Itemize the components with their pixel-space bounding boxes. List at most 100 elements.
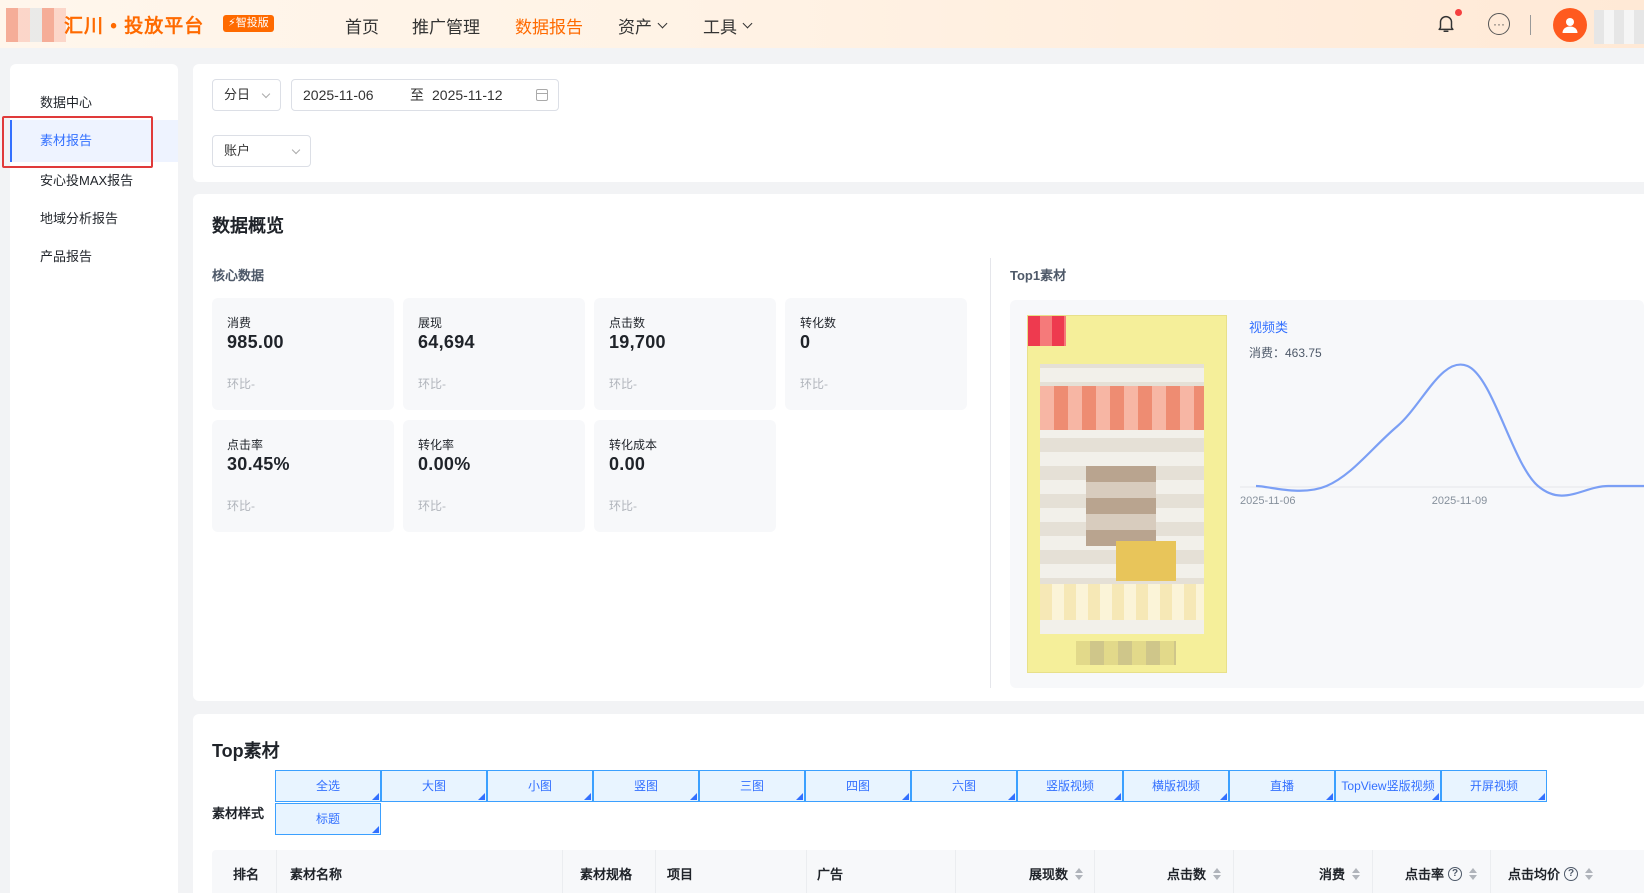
column-header-9[interactable]: 点击均价?	[1508, 864, 1594, 883]
column-label: 广告	[817, 867, 844, 882]
date-range-picker[interactable]: 2025-11-06 至 2025-11-12	[291, 79, 559, 111]
style-option-11[interactable]: 开屏视频	[1441, 770, 1547, 802]
dimension-select[interactable]: 账户	[212, 135, 311, 167]
more-icon[interactable]: ···	[1488, 13, 1510, 35]
sort-icon[interactable]	[1585, 867, 1594, 880]
column-label: 素材规格	[580, 867, 633, 882]
sidebar-item-material-report[interactable]: 素材报告	[10, 120, 178, 162]
sort-icon[interactable]	[1213, 867, 1222, 880]
sidebar-item-max-report[interactable]: 安心投MAX报告	[10, 164, 178, 198]
brand-title: 汇川 • 投放平台	[64, 16, 205, 37]
style-option-5[interactable]: 四图	[805, 770, 911, 802]
style-option-1[interactable]: 大图	[381, 770, 487, 802]
column-label: 消费	[1319, 867, 1346, 882]
top-materials-title: Top素材	[212, 741, 280, 761]
thumb-tag	[1028, 316, 1066, 346]
metric-label: 转化成本	[609, 438, 658, 452]
sort-asc-icon	[1352, 867, 1361, 873]
dimension-value: 账户	[224, 143, 251, 158]
bell-icon[interactable]	[1435, 12, 1457, 34]
sidebar-item-label: 产品报告	[40, 249, 93, 264]
overview-divider	[990, 258, 991, 688]
x-tick-label: 2025-11-06	[1240, 495, 1295, 507]
sort-asc-icon	[1213, 867, 1222, 873]
sort-asc-icon	[1075, 867, 1084, 873]
column-header-8[interactable]: 点击率?	[1405, 864, 1478, 883]
column-divider	[1233, 850, 1234, 893]
sidebar-item-product-report[interactable]: 产品报告	[10, 240, 178, 274]
date-end[interactable]: 2025-11-12	[432, 80, 503, 110]
top1-type-link[interactable]: 视频类	[1249, 317, 1288, 336]
column-header-0: 排名	[233, 864, 259, 883]
sort-desc-icon	[1469, 874, 1478, 880]
metric-compare: 环比-	[227, 499, 255, 513]
style-option-4[interactable]: 三图	[699, 770, 805, 802]
nav-assets-label: 资产	[618, 18, 652, 37]
more-glyph: ···	[1493, 17, 1505, 31]
nav-reports[interactable]: 数据报告	[515, 13, 583, 38]
column-divider	[1372, 850, 1373, 893]
date-start[interactable]: 2025-11-06	[303, 80, 374, 110]
top1-thumbnail[interactable]	[1027, 315, 1227, 673]
nav-tools[interactable]: 工具	[703, 13, 753, 38]
column-divider	[562, 850, 563, 893]
style-option-10[interactable]: TopView竖版视频	[1335, 770, 1441, 802]
style-option-7[interactable]: 竖版视频	[1017, 770, 1123, 802]
metric-card-impressions: 展现 64,694 环比-	[403, 298, 585, 410]
sort-asc-icon	[1469, 867, 1478, 873]
nav-promotion[interactable]: 推广管理	[412, 13, 480, 38]
metric-value: 19,700	[609, 332, 666, 352]
thumb-content	[1116, 541, 1176, 581]
metric-card-ctr: 点击率 30.45% 环比-	[212, 420, 394, 532]
sidebar-item-label: 地域分析报告	[40, 211, 119, 226]
style-option-3[interactable]: 竖图	[593, 770, 699, 802]
column-label: 排名	[233, 867, 260, 882]
sidebar-item-region-report[interactable]: 地域分析报告	[10, 202, 178, 236]
metric-value: 0.00%	[418, 454, 471, 474]
sidebar-item-data-center[interactable]: 数据中心	[10, 86, 178, 120]
sort-icon[interactable]	[1075, 867, 1084, 880]
nav-assets[interactable]: 资产	[618, 13, 668, 38]
column-label: 点击数	[1167, 867, 1207, 882]
metric-label: 转化数	[800, 316, 837, 330]
metric-compare: 环比-	[800, 377, 828, 391]
sidebar-item-label: 安心投MAX报告	[40, 173, 134, 188]
column-label: 点击均价	[1508, 867, 1561, 882]
column-header-6[interactable]: 点击数	[1167, 864, 1222, 883]
top-nav-bar: 汇川 • 投放平台 ⚡智投版 首页 推广管理 数据报告 资产 工具 ···	[0, 0, 1644, 48]
overview-title: 数据概览	[212, 216, 284, 236]
metric-compare: 环比-	[227, 377, 255, 391]
column-header-7[interactable]: 消费	[1319, 864, 1361, 883]
metric-card-conversions: 转化数 0 环比-	[785, 298, 967, 410]
nav-promotion-label: 推广管理	[412, 18, 480, 37]
sort-icon[interactable]	[1469, 867, 1478, 880]
style-option-12[interactable]: 标题	[275, 803, 381, 835]
x-tick-label: 2025-11-09	[1432, 495, 1487, 507]
metric-label: 消费	[227, 316, 252, 330]
user-name[interactable]	[1594, 10, 1644, 44]
sort-desc-icon	[1213, 874, 1222, 880]
metric-card-clicks: 点击数 19,700 环比-	[594, 298, 776, 410]
user-avatar[interactable]	[1553, 8, 1587, 42]
style-option-9[interactable]: 直播	[1229, 770, 1335, 802]
style-option-2[interactable]: 小图	[487, 770, 593, 802]
calendar-icon	[536, 89, 548, 101]
sort-icon[interactable]	[1352, 867, 1361, 880]
metric-label: 展现	[418, 316, 443, 330]
column-divider	[655, 850, 656, 893]
column-label: 项目	[667, 867, 694, 882]
column-divider	[806, 850, 807, 893]
style-option-0[interactable]: 全选	[275, 770, 381, 802]
help-icon[interactable]: ?	[1564, 866, 1579, 881]
nav-home[interactable]: 首页	[345, 13, 379, 38]
nav-reports-label: 数据报告	[515, 18, 583, 37]
granularity-select[interactable]: 分日	[212, 79, 281, 111]
style-option-6[interactable]: 六图	[911, 770, 1017, 802]
chevron-down-icon	[742, 18, 753, 28]
column-header-5[interactable]: 展现数	[1029, 864, 1084, 883]
date-separator: 至	[410, 87, 424, 103]
help-icon[interactable]: ?	[1448, 866, 1463, 881]
style-option-8[interactable]: 横版视频	[1123, 770, 1229, 802]
metric-label: 点击数	[609, 316, 646, 330]
header-divider	[1530, 15, 1531, 35]
